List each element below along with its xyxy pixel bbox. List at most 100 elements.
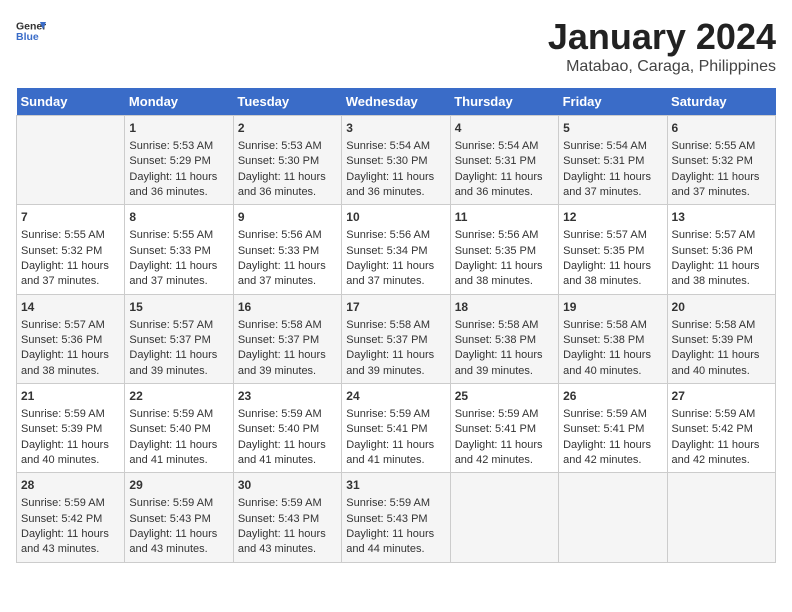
day-info: Sunrise: 5:59 AM: [455, 407, 554, 422]
cell-w4-d4: 25Sunrise: 5:59 AMSunset: 5:41 PMDayligh…: [450, 384, 558, 473]
day-info: Sunset: 5:40 PM: [238, 422, 337, 437]
day-info: and 41 minutes.: [129, 453, 228, 468]
day-info: Sunrise: 5:58 AM: [563, 318, 662, 333]
day-info: Sunrise: 5:56 AM: [346, 228, 445, 243]
svg-text:Blue: Blue: [16, 31, 39, 43]
day-info: Sunset: 5:34 PM: [346, 244, 445, 259]
day-info: Sunset: 5:35 PM: [455, 244, 554, 259]
cell-w5-d3: 31Sunrise: 5:59 AMSunset: 5:43 PMDayligh…: [342, 473, 450, 562]
week-row-4: 21Sunrise: 5:59 AMSunset: 5:39 PMDayligh…: [17, 384, 776, 473]
day-info: Daylight: 11 hours: [21, 438, 120, 453]
day-number: 24: [346, 388, 445, 405]
day-info: Sunset: 5:33 PM: [129, 244, 228, 259]
day-info: and 37 minutes.: [672, 185, 771, 200]
cell-w2-d3: 10 Sunrise: 5:56 AMSunset: 5:34 PMDayligh…: [342, 205, 450, 294]
day-info: and 37 minutes.: [129, 274, 228, 289]
day-number: 30: [238, 477, 337, 494]
day-info: Sunrise: 5:57 AM: [672, 228, 771, 243]
day-number: 12: [563, 209, 662, 226]
day-number: 10: [346, 209, 445, 226]
day-number: 14: [21, 299, 120, 316]
week-row-5: 28Sunrise: 5:59 AMSunset: 5:42 PMDayligh…: [17, 473, 776, 562]
day-info: Sunset: 5:37 PM: [129, 333, 228, 348]
day-number: 22: [129, 388, 228, 405]
day-info: and 36 minutes.: [129, 185, 228, 200]
day-info: Daylight: 11 hours: [672, 259, 771, 274]
title-section: January 2024 Matabao, Caraga, Philippine…: [548, 16, 776, 76]
calendar-header-row: Sunday Monday Tuesday Wednesday Thursday…: [17, 88, 776, 116]
day-info: Sunset: 5:35 PM: [563, 244, 662, 259]
day-info: Daylight: 11 hours: [129, 170, 228, 185]
day-info: Daylight: 11 hours: [346, 259, 445, 274]
day-number: 20: [672, 299, 771, 316]
cell-w3-d4: 18Sunrise: 5:58 AMSunset: 5:38 PMDayligh…: [450, 294, 558, 383]
cell-w5-d6: [667, 473, 775, 562]
day-info: Sunrise: 5:58 AM: [672, 318, 771, 333]
day-number: 21: [21, 388, 120, 405]
calendar-table: Sunday Monday Tuesday Wednesday Thursday…: [16, 88, 776, 563]
day-number: 8: [129, 209, 228, 226]
page-subtitle: Matabao, Caraga, Philippines: [548, 58, 776, 76]
cell-w4-d3: 24Sunrise: 5:59 AMSunset: 5:41 PMDayligh…: [342, 384, 450, 473]
day-info: Sunrise: 5:59 AM: [346, 496, 445, 511]
day-info: Daylight: 11 hours: [129, 438, 228, 453]
day-info: Daylight: 11 hours: [238, 527, 337, 542]
day-info: Daylight: 11 hours: [346, 527, 445, 542]
cell-w4-d2: 23Sunrise: 5:59 AMSunset: 5:40 PMDayligh…: [233, 384, 341, 473]
week-row-3: 14Sunrise: 5:57 AMSunset: 5:36 PMDayligh…: [17, 294, 776, 383]
day-info: and 41 minutes.: [346, 453, 445, 468]
cell-w1-d1: 1Sunrise: 5:53 AMSunset: 5:29 PMDaylight…: [125, 116, 233, 205]
day-info: Sunset: 5:36 PM: [672, 244, 771, 259]
day-info: Sunset: 5:37 PM: [346, 333, 445, 348]
day-info: and 42 minutes.: [563, 453, 662, 468]
day-number: 25: [455, 388, 554, 405]
day-info: and 40 minutes.: [563, 364, 662, 379]
header: General Blue January 2024 Matabao, Carag…: [16, 16, 776, 76]
day-info: Sunrise: 5:55 AM: [672, 139, 771, 154]
day-info: Daylight: 11 hours: [238, 259, 337, 274]
day-info: Sunset: 5:41 PM: [346, 422, 445, 437]
col-tuesday: Tuesday: [233, 88, 341, 116]
day-info: Sunset: 5:38 PM: [455, 333, 554, 348]
day-info: Daylight: 11 hours: [455, 438, 554, 453]
day-info: and 38 minutes.: [563, 274, 662, 289]
day-info: and 37 minutes.: [238, 274, 337, 289]
day-info: Sunset: 5:33 PM: [238, 244, 337, 259]
day-info: and 39 minutes.: [346, 364, 445, 379]
day-info: and 41 minutes.: [238, 453, 337, 468]
cell-w4-d1: 22Sunrise: 5:59 AMSunset: 5:40 PMDayligh…: [125, 384, 233, 473]
day-info: Sunset: 5:39 PM: [21, 422, 120, 437]
day-info: Sunrise: 5:59 AM: [238, 407, 337, 422]
day-info: Sunrise: 5:54 AM: [455, 139, 554, 154]
week-row-2: 7Sunrise: 5:55 AMSunset: 5:32 PMDaylight…: [17, 205, 776, 294]
day-info: Sunset: 5:41 PM: [563, 422, 662, 437]
day-info: and 42 minutes.: [672, 453, 771, 468]
day-number: 26: [563, 388, 662, 405]
day-info: and 43 minutes.: [129, 542, 228, 557]
day-number: 31: [346, 477, 445, 494]
cell-w1-d4: 4Sunrise: 5:54 AMSunset: 5:31 PMDaylight…: [450, 116, 558, 205]
day-number: 9: [238, 209, 337, 226]
day-info: Sunrise: 5:59 AM: [21, 496, 120, 511]
day-number: 7: [21, 209, 120, 226]
cell-w3-d0: 14Sunrise: 5:57 AMSunset: 5:36 PMDayligh…: [17, 294, 125, 383]
day-info: Sunrise: 5:59 AM: [346, 407, 445, 422]
day-info: Sunrise: 5:55 AM: [129, 228, 228, 243]
day-number: 13: [672, 209, 771, 226]
day-info: and 39 minutes.: [455, 364, 554, 379]
cell-w5-d2: 30Sunrise: 5:59 AMSunset: 5:43 PMDayligh…: [233, 473, 341, 562]
cell-w2-d6: 13 Sunrise: 5:57 AMSunset: 5:36 PMDayligh…: [667, 205, 775, 294]
day-number: 29: [129, 477, 228, 494]
cell-w3-d6: 20Sunrise: 5:58 AMSunset: 5:39 PMDayligh…: [667, 294, 775, 383]
day-info: and 42 minutes.: [455, 453, 554, 468]
day-info: Daylight: 11 hours: [563, 259, 662, 274]
day-info: Daylight: 11 hours: [563, 438, 662, 453]
day-number: 1: [129, 120, 228, 137]
day-number: 3: [346, 120, 445, 137]
cell-w3-d3: 17Sunrise: 5:58 AMSunset: 5:37 PMDayligh…: [342, 294, 450, 383]
day-info: Sunset: 5:38 PM: [563, 333, 662, 348]
day-info: Sunrise: 5:56 AM: [238, 228, 337, 243]
cell-w5-d1: 29Sunrise: 5:59 AMSunset: 5:43 PMDayligh…: [125, 473, 233, 562]
day-info: Daylight: 11 hours: [129, 259, 228, 274]
day-info: Sunrise: 5:57 AM: [21, 318, 120, 333]
